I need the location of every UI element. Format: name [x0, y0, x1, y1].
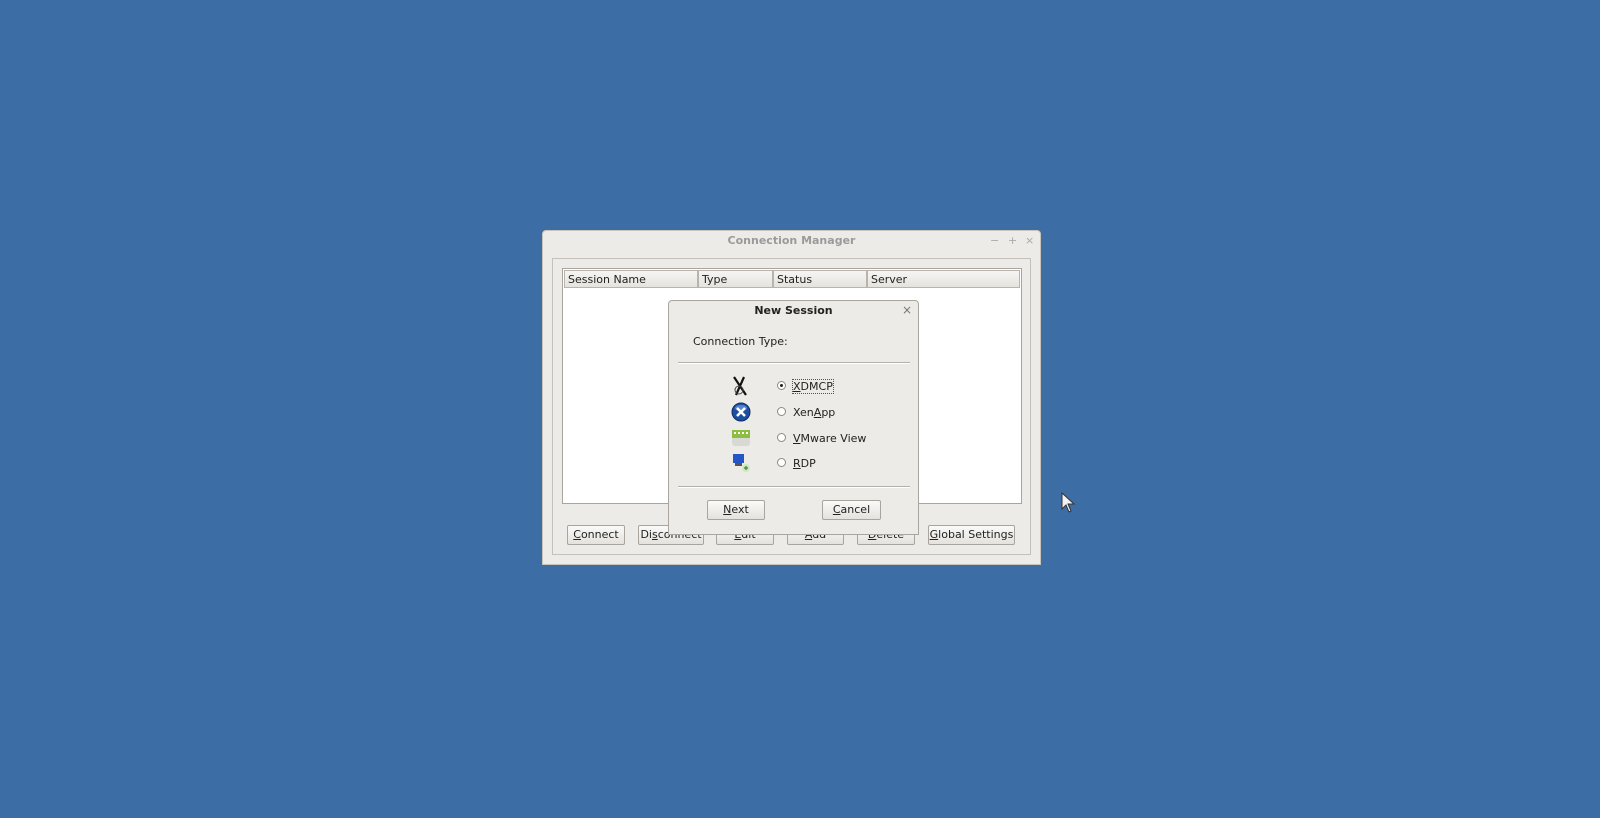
column-header-status[interactable]: Status: [773, 270, 867, 288]
connection-type-label: Connection Type:: [693, 335, 788, 348]
minimize-button[interactable]: −: [990, 234, 999, 247]
next-button[interactable]: Next: [707, 500, 765, 520]
option-vmware-view-label[interactable]: VMware View: [793, 432, 866, 445]
radio-vmware-view[interactable]: [777, 433, 786, 442]
radio-rdp[interactable]: [777, 458, 786, 467]
dialog-title: New Session: [754, 304, 833, 317]
column-header-type[interactable]: Type: [698, 270, 773, 288]
option-xdmcp-label[interactable]: XDMCP: [792, 379, 834, 394]
connect-button[interactable]: Connect: [567, 525, 625, 545]
dialog-close-button[interactable]: ×: [902, 303, 912, 317]
citrix-xenapp-icon: [731, 402, 751, 422]
vmware-view-icon: [731, 428, 751, 448]
option-rdp-label[interactable]: RDP: [793, 457, 816, 470]
rdp-icon: [731, 453, 751, 473]
option-xenapp-label[interactable]: XenApp: [793, 406, 835, 419]
radio-xdmcp[interactable]: [777, 381, 786, 390]
column-header-session-name[interactable]: Session Name: [564, 270, 698, 288]
new-session-dialog: New Session × Connection Type: XDMCP Xen…: [668, 300, 919, 535]
x11-icon: [731, 376, 751, 396]
close-button[interactable]: ×: [1025, 234, 1034, 247]
radio-xenapp[interactable]: [777, 407, 786, 416]
separator: [678, 362, 910, 364]
separator: [678, 486, 910, 488]
mouse-cursor-icon: [1061, 491, 1077, 517]
column-header-server[interactable]: Server: [867, 270, 1020, 288]
maximize-button[interactable]: +: [1008, 234, 1017, 247]
cancel-button[interactable]: Cancel: [822, 500, 881, 520]
window-title: Connection Manager: [727, 234, 856, 247]
global-settings-button[interactable]: Global Settings: [928, 525, 1015, 545]
